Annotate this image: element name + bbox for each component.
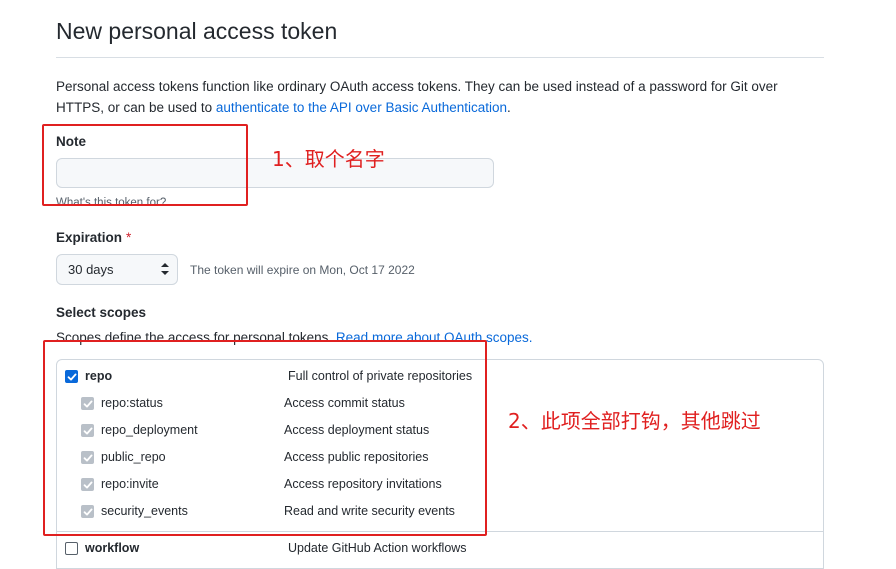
scope-checkbox-workflow[interactable] <box>65 542 78 555</box>
basic-auth-link[interactable]: authenticate to the API over Basic Authe… <box>216 100 507 115</box>
required-mark: * <box>126 230 132 245</box>
expiration-label: Expiration * <box>56 230 131 245</box>
select-arrows-icon <box>161 263 169 275</box>
annotation-note-text: 1、取个名字 <box>272 147 385 171</box>
scope-name: workflow <box>85 541 140 555</box>
annotation-box-note <box>42 124 248 206</box>
scopes-label: Select scopes <box>56 305 147 320</box>
scope-description: Update GitHub Action workflows <box>288 541 467 555</box>
expiration-hint: The token will expire on Mon, Oct 17 202… <box>190 263 415 277</box>
page-title: New personal access token <box>56 18 338 44</box>
expiration-select[interactable]: 30 days <box>56 254 178 285</box>
description-suffix: . <box>507 100 511 115</box>
annotation-box-repo <box>43 340 487 536</box>
page-description: Personal access tokens function like ord… <box>56 76 816 118</box>
expiration-label-text: Expiration <box>56 230 123 245</box>
title-divider <box>56 57 824 58</box>
expiration-selected-value: 30 days <box>68 262 114 277</box>
annotation-repo-text: 2、此项全部打钩，其他跳过 <box>508 409 761 433</box>
